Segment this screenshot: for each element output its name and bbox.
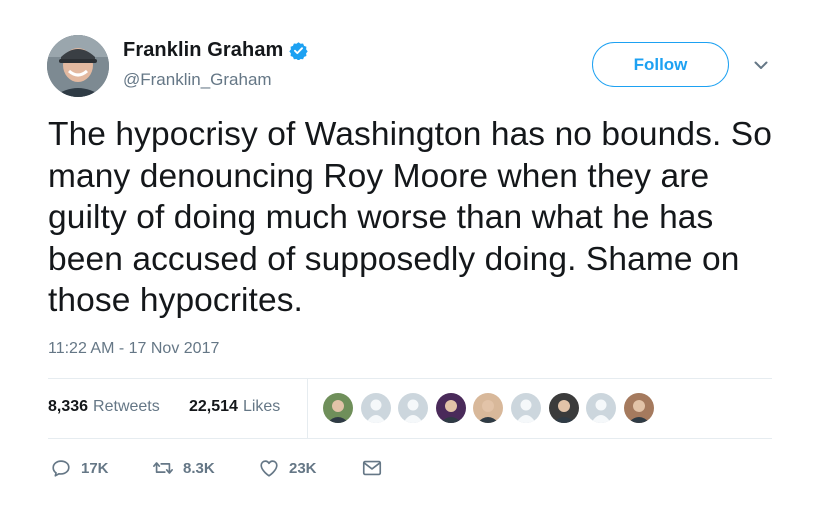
verified-badge-icon bbox=[289, 41, 309, 60]
retweets-label: Retweets bbox=[93, 398, 160, 415]
retweet-count: 8.3K bbox=[183, 459, 215, 477]
like-button[interactable]: 23K bbox=[258, 457, 317, 479]
likes-stat[interactable]: 22,514 Likes bbox=[189, 398, 280, 416]
liker-avatar[interactable] bbox=[473, 393, 504, 423]
liker-avatar-default[interactable] bbox=[360, 393, 391, 423]
retweets-stat[interactable]: 8,336 Retweets bbox=[48, 398, 160, 416]
likes-count: 22,514 bbox=[189, 398, 238, 415]
reply-icon bbox=[52, 460, 70, 477]
direct-message-button[interactable] bbox=[361, 457, 383, 479]
user-name-row: Franklin Graham bbox=[123, 39, 309, 62]
tweet-text: The hypocrisy of Washington has no bound… bbox=[48, 116, 772, 319]
retweet-icon bbox=[153, 462, 173, 474]
liker-avatar[interactable] bbox=[323, 393, 353, 423]
divider-bottom bbox=[48, 438, 772, 439]
follow-button[interactable]: Follow bbox=[592, 42, 729, 87]
avatar[interactable] bbox=[47, 35, 109, 97]
divider-top bbox=[48, 378, 772, 379]
avatar-photo bbox=[47, 35, 109, 97]
tweet-timestamp[interactable]: 11:22 AM - 17 Nov 2017 bbox=[48, 340, 219, 358]
reply-button[interactable]: 17K bbox=[50, 457, 109, 479]
liker-avatar-default[interactable] bbox=[586, 393, 617, 423]
chevron-down-icon[interactable] bbox=[752, 56, 770, 74]
display-name[interactable]: Franklin Graham bbox=[123, 39, 283, 62]
envelope-icon bbox=[362, 460, 382, 476]
liker-avatar[interactable] bbox=[435, 393, 466, 423]
reply-count: 17K bbox=[81, 459, 109, 477]
user-handle[interactable]: @Franklin_Graham bbox=[123, 70, 272, 90]
heart-icon bbox=[260, 460, 278, 477]
likes-label: Likes bbox=[242, 398, 281, 415]
retweet-button[interactable]: 8.3K bbox=[152, 457, 215, 479]
liker-avatar[interactable] bbox=[548, 393, 579, 423]
liker-avatar-default[interactable] bbox=[398, 393, 429, 423]
liker-avatars bbox=[323, 393, 661, 423]
stats-separator bbox=[307, 379, 308, 438]
retweets-count: 8,336 bbox=[48, 398, 89, 415]
like-count: 23K bbox=[289, 459, 317, 477]
liker-avatar[interactable] bbox=[623, 393, 654, 423]
liker-avatar-default[interactable] bbox=[510, 393, 541, 423]
